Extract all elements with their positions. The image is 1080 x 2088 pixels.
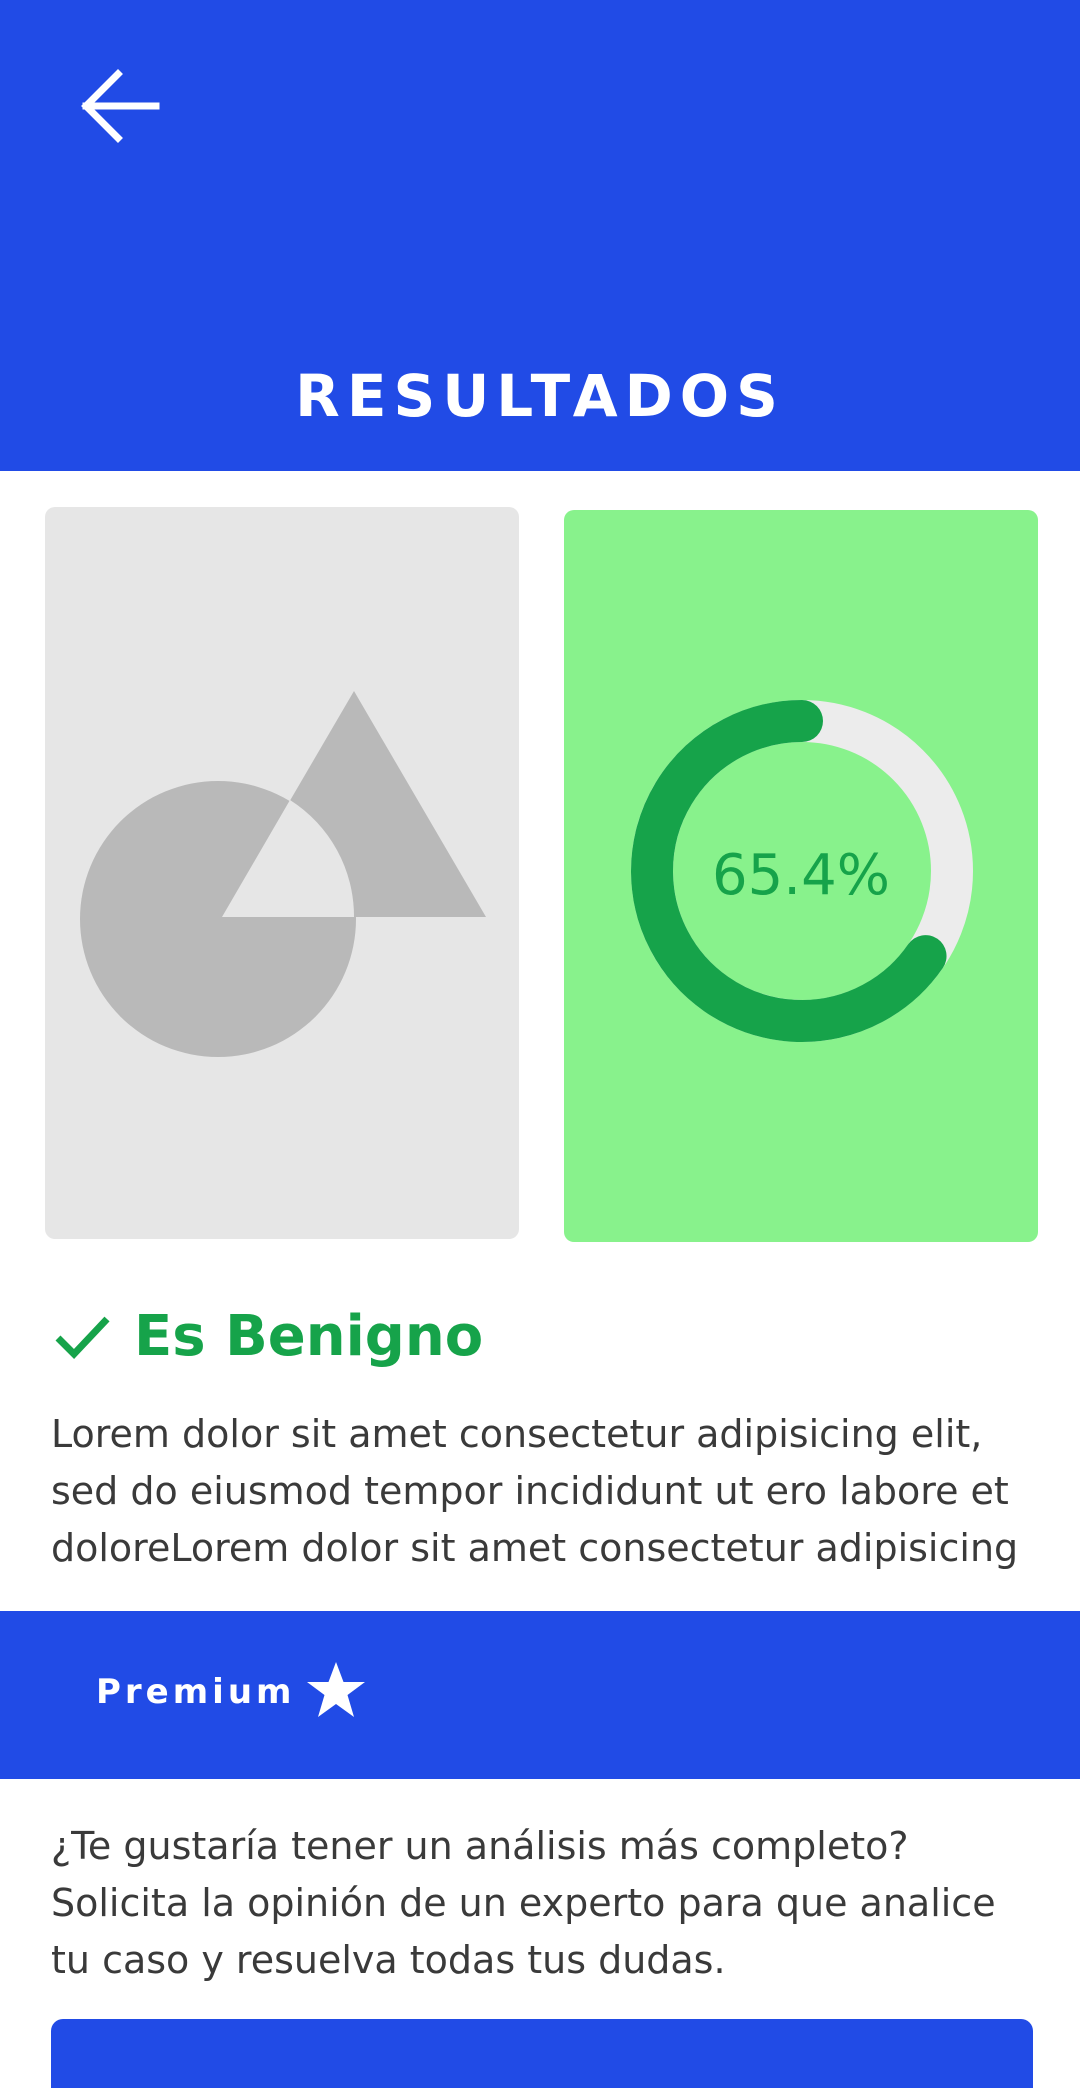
star-icon	[307, 1662, 365, 1717]
request-expert-button[interactable]	[51, 2019, 1033, 2088]
header-bar: RESULTADOS	[0, 0, 1080, 471]
verdict-text: Es Benigno	[134, 1303, 484, 1369]
premium-promo-text: ¿Te gustaría tener un análisis más compl…	[51, 1824, 996, 1982]
arrow-left-icon	[81, 69, 160, 143]
premium-label: Premium	[96, 1672, 296, 1712]
result-description: Lorem dolor sit amet consectetur adipisi…	[51, 1412, 1019, 1570]
analyzed-image-card[interactable]	[45, 507, 519, 1239]
back-button[interactable]	[64, 50, 176, 162]
verdict: Es Benigno	[52, 1296, 483, 1376]
percentage-value: 65.4%	[712, 843, 890, 908]
check-icon	[55, 1316, 110, 1360]
image-placeholder-icon	[80, 691, 486, 1057]
results-screen: RESULTADOS 65.4% Es Benigno Lorem dolor …	[0, 0, 1080, 2088]
page-title: RESULTADOS	[295, 362, 785, 430]
